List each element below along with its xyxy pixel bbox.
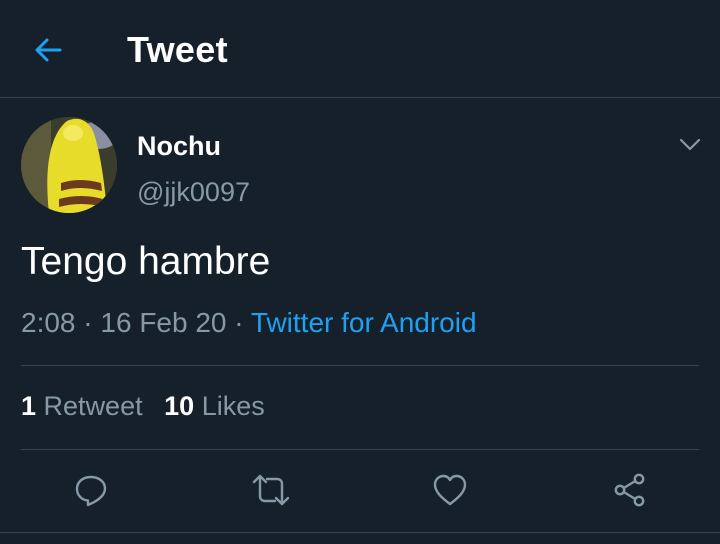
likes-label: Likes	[201, 391, 265, 421]
tweet-meta: 2:08 · 16 Feb 20 · Twitter for Android	[21, 307, 477, 339]
heart-icon	[433, 474, 467, 506]
like-button[interactable]	[426, 466, 474, 514]
meta-separator: ·	[234, 307, 244, 338]
more-options-button[interactable]	[676, 131, 704, 159]
top-bar: Tweet	[0, 0, 720, 98]
retweet-icon	[252, 474, 290, 506]
divider	[21, 365, 699, 366]
avatar-image	[21, 117, 117, 213]
tweet-stats: 1 Retweet 10 Likes	[21, 391, 265, 422]
chevron-down-icon	[679, 138, 701, 151]
reply-button[interactable]	[67, 466, 115, 514]
retweet-button[interactable]	[247, 466, 295, 514]
meta-separator: ·	[83, 307, 93, 338]
reply-icon	[75, 475, 107, 507]
tweet-detail-screen: Tweet Nochu @jjk0097 Tengo hambre 2:08 ·…	[0, 0, 720, 544]
divider	[21, 449, 699, 450]
share-button[interactable]	[606, 466, 654, 514]
arrow-left-icon	[35, 38, 62, 62]
likes-stat[interactable]: 10 Likes	[164, 391, 265, 422]
divider	[0, 532, 720, 533]
tweet-text: Tengo hambre	[21, 240, 271, 283]
retweets-stat[interactable]: 1 Retweet	[21, 391, 143, 422]
back-button[interactable]	[30, 32, 66, 68]
retweets-label: Retweet	[43, 391, 143, 421]
likes-count: 10	[164, 391, 195, 421]
avatar[interactable]	[21, 117, 117, 213]
author-name[interactable]: Nochu	[137, 131, 221, 162]
retweets-count: 1	[21, 391, 37, 421]
tweet-time: 2:08	[21, 307, 76, 338]
share-icon	[614, 473, 645, 507]
tweet-source-link[interactable]: Twitter for Android	[251, 307, 477, 338]
author-handle[interactable]: @jjk0097	[137, 177, 250, 208]
page-title: Tweet	[127, 29, 228, 70]
tweet-date: 16 Feb 20	[100, 307, 227, 338]
action-bar	[0, 466, 720, 514]
